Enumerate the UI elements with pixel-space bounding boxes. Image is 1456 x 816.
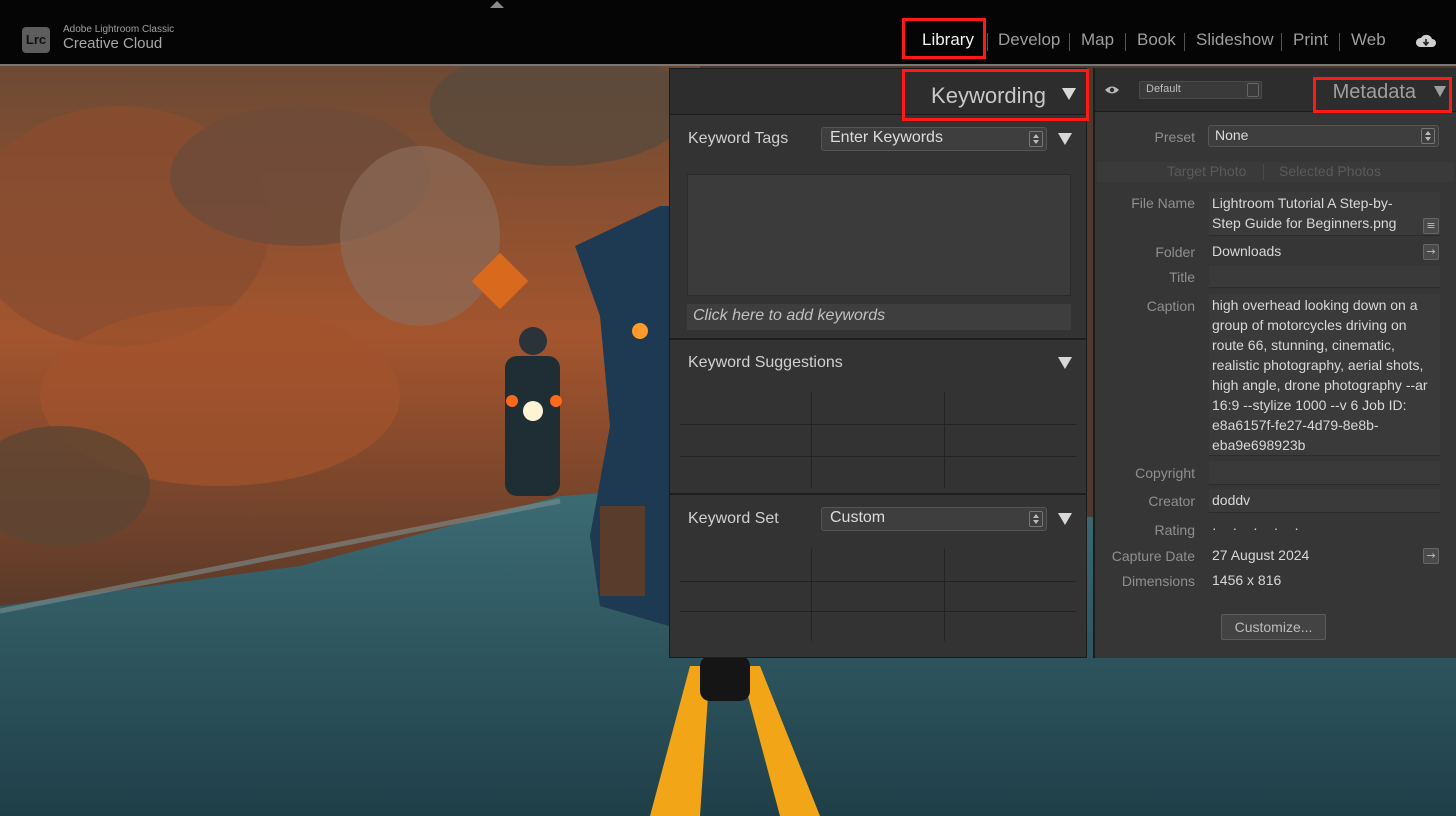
copyright-field[interactable]	[1209, 461, 1440, 485]
selected-photos-option[interactable]: Selected Photos	[1279, 163, 1381, 179]
creator-value: doddv	[1212, 492, 1251, 508]
module-separator	[987, 33, 988, 51]
title-label: Title	[1169, 269, 1195, 285]
collapse-triangle-icon[interactable]	[1058, 357, 1072, 369]
copyright-label: Copyright	[1135, 465, 1195, 481]
module-slideshow[interactable]: Slideshow	[1196, 30, 1274, 50]
keyword-set-label: Keyword Set	[688, 510, 779, 527]
caption-line: e8a6157f-fe27-4d79-8e8b-	[1212, 417, 1379, 433]
keyword-set-select-value: Custom	[830, 509, 886, 526]
keyword-tags-area[interactable]	[687, 174, 1071, 296]
metadata-view-value: Default	[1146, 83, 1181, 95]
customize-button[interactable]: Customize...	[1221, 614, 1326, 640]
title-field[interactable]	[1209, 266, 1440, 288]
creator-label: Creator	[1148, 493, 1195, 509]
spinner-arrows-icon	[1029, 511, 1043, 527]
module-map[interactable]: Map	[1081, 30, 1114, 50]
caption-label: Caption	[1146, 298, 1195, 314]
caption-line: realistic photography, aerial shots,	[1212, 357, 1424, 373]
preset-label: Preset	[1154, 129, 1195, 145]
module-print[interactable]: Print	[1293, 30, 1328, 50]
caption-line: eba9e698923b	[1212, 437, 1306, 453]
section-divider	[670, 493, 1086, 495]
keyword-tags-select[interactable]: Enter Keywords	[821, 127, 1047, 151]
module-separator	[1184, 33, 1185, 51]
dimensions-value: 1456 x 816	[1212, 572, 1282, 588]
eye-icon[interactable]	[1105, 85, 1119, 95]
spinner-arrows-icon	[1421, 128, 1435, 144]
cloud-sync-icon[interactable]	[1414, 32, 1438, 50]
keyword-suggestions-grid[interactable]	[680, 392, 1076, 488]
keyword-suggestions-label[interactable]: Keyword Suggestions	[688, 354, 843, 372]
keywording-panel: Keywording Keyword Tags Enter Keywords C…	[669, 68, 1087, 658]
dimensions-label: Dimensions	[1121, 573, 1195, 589]
highlight-keywording	[902, 69, 1089, 121]
preset-row: Preset None	[1095, 122, 1456, 158]
highlight-library	[902, 18, 986, 59]
spinner-arrows-icon	[1247, 83, 1259, 97]
target-toggle: Target Photo Selected Photos	[1097, 162, 1454, 182]
module-separator	[1125, 33, 1126, 51]
caption-line: high overhead looking down on a	[1212, 297, 1418, 313]
preset-select[interactable]: None	[1208, 125, 1439, 147]
capture-date-label: Capture Date	[1111, 548, 1195, 564]
file-name-line-1: Lightroom Tutorial A Step-by-	[1212, 195, 1393, 211]
metadata-view-select[interactable]: Default	[1139, 81, 1262, 99]
rating-stars[interactable]: · · · · ·	[1212, 518, 1305, 538]
target-photo-option[interactable]: Target Photo	[1167, 163, 1246, 179]
arrow-right-icon[interactable]: →	[1423, 244, 1439, 260]
collapse-triangle-icon[interactable]	[1058, 133, 1072, 145]
keyword-tags-label: Keyword Tags	[688, 130, 789, 147]
keyword-set-grid[interactable]	[680, 549, 1076, 641]
folder-value: Downloads	[1212, 243, 1282, 259]
add-keywords-field[interactable]: Click here to add keywords	[687, 304, 1071, 330]
keyword-tags-select-value: Enter Keywords	[830, 129, 943, 146]
collapse-top-panel-icon[interactable]	[490, 1, 504, 8]
target-separator	[1263, 164, 1264, 180]
keyword-set-select[interactable]: Custom	[821, 507, 1047, 531]
module-develop[interactable]: Develop	[998, 30, 1060, 50]
file-name-label: File Name	[1131, 195, 1195, 211]
caption-line: route 66, stunning, cinematic,	[1212, 337, 1395, 353]
module-separator	[1069, 33, 1070, 51]
module-separator	[1339, 33, 1340, 51]
caption-line: group of motorcycles driving on	[1212, 317, 1407, 333]
module-web[interactable]: Web	[1351, 30, 1386, 50]
module-picker: Library Develop Map Book Slideshow Print…	[0, 30, 1456, 54]
capture-date-value: 27 August 2024	[1212, 547, 1310, 563]
preset-select-value: None	[1215, 127, 1249, 143]
folder-label: Folder	[1155, 244, 1195, 260]
top-bar: Lrc Adobe Lightroom Classic Creative Clo…	[0, 0, 1456, 66]
spinner-arrows-icon	[1029, 131, 1043, 147]
section-divider	[670, 338, 1086, 340]
module-book[interactable]: Book	[1137, 30, 1176, 50]
highlight-metadata	[1313, 77, 1452, 113]
list-icon[interactable]: ≡	[1423, 218, 1439, 234]
file-name-line-2: Step Guide for Beginners.png	[1212, 215, 1397, 231]
metadata-panel: Default Metadata Preset None Target Phot…	[1093, 68, 1456, 658]
collapse-triangle-icon[interactable]	[1058, 513, 1072, 525]
module-separator	[1281, 33, 1282, 51]
caption-line: 16:9 --stylize 1000 --v 6 Job ID:	[1212, 397, 1407, 413]
rating-label: Rating	[1154, 522, 1195, 538]
arrow-right-icon[interactable]: →	[1423, 548, 1439, 564]
caption-line: high angle, drone photography --ar	[1212, 377, 1428, 393]
